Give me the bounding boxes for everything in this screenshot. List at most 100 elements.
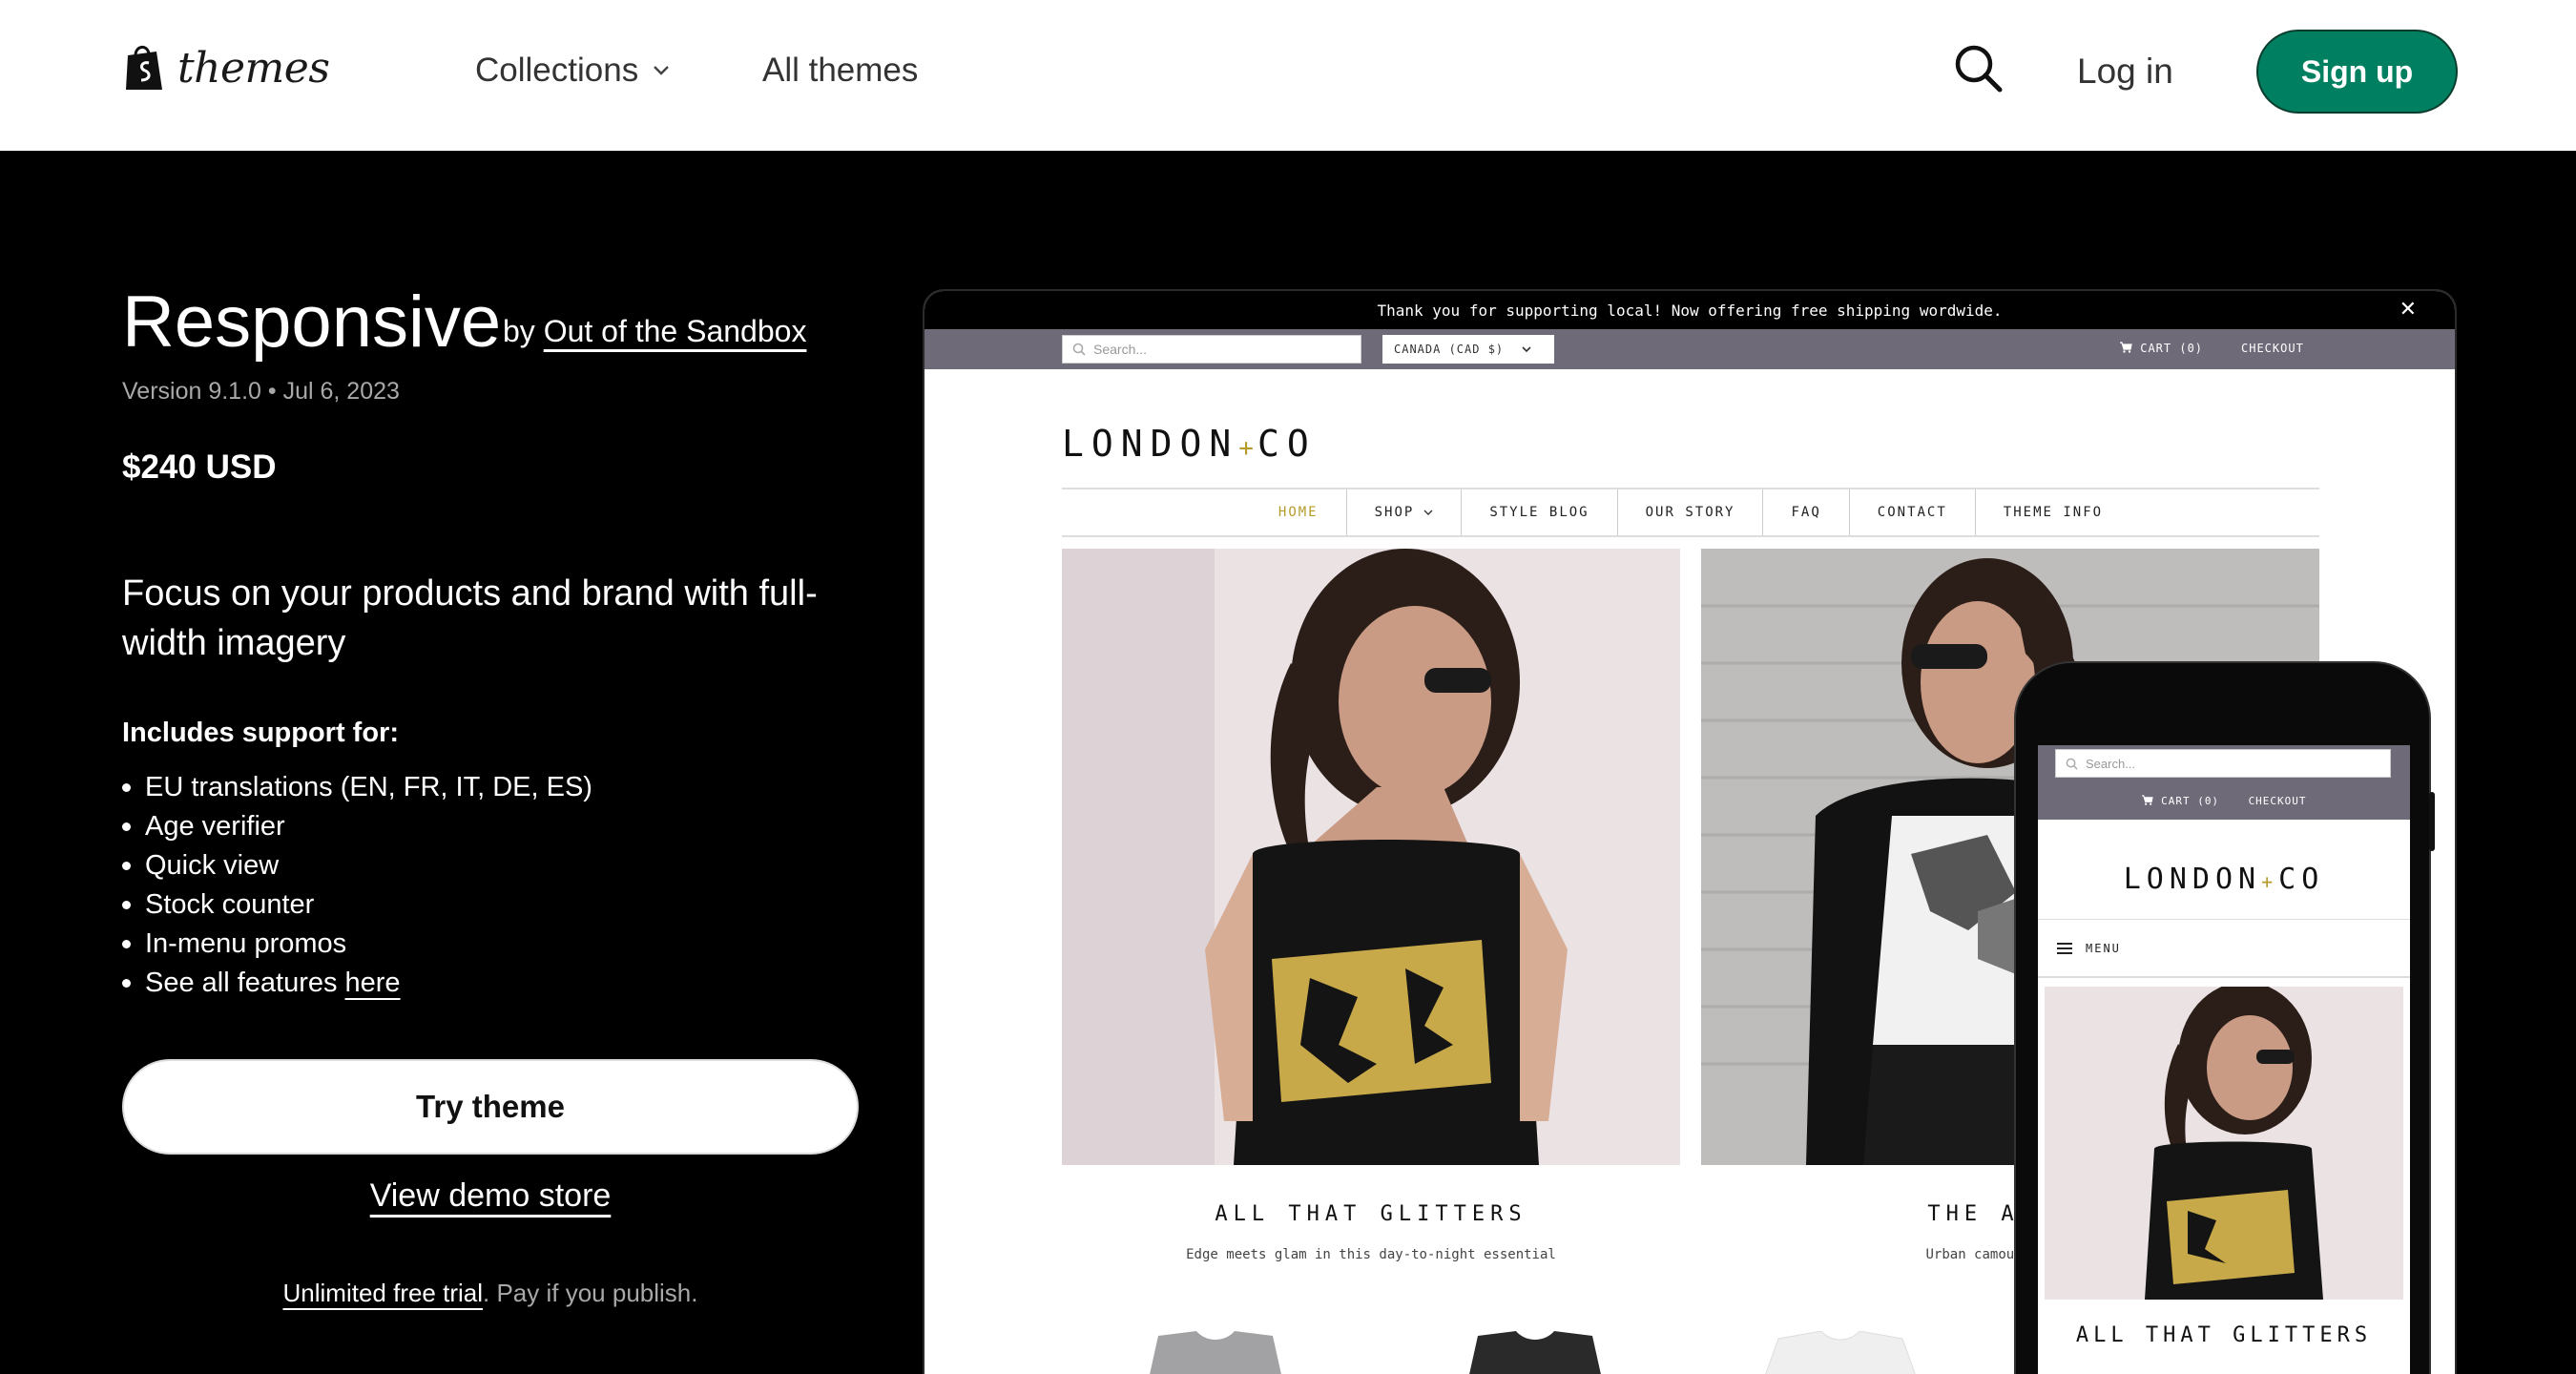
theme-author-byline: by Out of the Sandbox (503, 314, 806, 349)
hero-image-glitters[interactable] (1062, 549, 1680, 1165)
theme-tagline: Focus on your products and brand with fu… (122, 573, 818, 663)
currency-select[interactable]: CANADA (CAD $) (1382, 335, 1554, 364)
theme-price: $240 USD (122, 448, 277, 486)
cart-icon (2120, 342, 2132, 353)
login-link[interactable]: Log in (2077, 52, 2173, 92)
store-search-input[interactable]: Search... (1062, 335, 1361, 364)
feature-item: EU translations (EN, FR, IT, DE, ES) (122, 768, 592, 807)
phone-search-input[interactable]: Search... (2055, 749, 2391, 778)
mobile-preview: Search... CART (0) CHECKOUT LONDON+CO ME… (2014, 661, 2435, 1374)
hero1-title: ALL THAT GLITTERS (1215, 1202, 1527, 1226)
store-checkout-link[interactable]: CHECKOUT (2241, 342, 2304, 355)
phone-menu-toggle[interactable]: MENU (2038, 919, 2410, 978)
store-nav-theme-info[interactable]: THEME INFO (1976, 489, 2130, 535)
chevron-down-icon (1423, 510, 1433, 515)
bullet-icon (122, 901, 131, 909)
demo-link-wrapper: View demo store (0, 1177, 981, 1215)
nav-all-themes[interactable]: All themes (762, 52, 918, 90)
bullet-icon (122, 822, 131, 831)
logo-wordmark: themes (177, 43, 330, 93)
phone-checkout-link[interactable]: CHECKOUT (2249, 795, 2307, 807)
store-nav-contact[interactable]: CONTACT (1850, 489, 1976, 535)
view-demo-store-link[interactable]: View demo store (370, 1177, 612, 1214)
feature-item: Age verifier (122, 807, 592, 846)
phone-cart-link[interactable]: CART (0) (2161, 795, 2219, 807)
theme-version: Version 9.1.0 (122, 378, 261, 405)
phone-screen: Search... CART (0) CHECKOUT LONDON+CO ME… (2038, 745, 2410, 1374)
announcement-text: Thank you for supporting local! Now offe… (1377, 301, 2003, 320)
phone-menu-label: MENU (2086, 941, 2121, 955)
close-icon[interactable]: ✕ (2399, 298, 2417, 322)
store-logo-plus: + (1238, 434, 1257, 463)
store-main-nav: HOME SHOP STYLE BLOG OUR STORY FAQ CONTA… (1062, 488, 2319, 537)
store-logo[interactable]: LONDON+CO (1062, 423, 1317, 465)
feature-item: In-menu promos (122, 925, 592, 964)
store-search-placeholder: Search... (1093, 342, 1148, 357)
nav-collections-label: Collections (475, 52, 639, 89)
search-icon[interactable] (1952, 42, 2005, 95)
phone-logo-right: CO (2278, 863, 2325, 896)
product-thumb-white-tee[interactable] (1755, 1331, 1926, 1374)
product-thumb-grey-tank[interactable] (1130, 1331, 1301, 1374)
try-theme-button[interactable]: Try theme (122, 1059, 859, 1155)
feature-label: Age verifier (145, 811, 285, 842)
store-nav-home[interactable]: HOME (1251, 489, 1347, 535)
feature-label: Stock counter (145, 889, 315, 920)
trial-note-rest: . Pay if you publish. (483, 1279, 698, 1307)
bullet-icon (122, 862, 131, 870)
support-heading: Includes support for: (122, 718, 399, 748)
see-all-label: See all features (145, 968, 338, 998)
store-nav-style-blog[interactable]: STYLE BLOG (1462, 489, 1618, 535)
currency-value: CANADA (CAD $) (1394, 343, 1505, 356)
cart-icon (2142, 795, 2154, 805)
top-navigation-bar: themes Collections All themes Log in Sig… (0, 0, 2576, 151)
free-trial-link[interactable]: Unlimited free trial (283, 1279, 484, 1307)
announcement-bar: Thank you for supporting local! Now offe… (924, 291, 2455, 329)
model-photo (1062, 549, 1680, 1165)
signup-button[interactable]: Sign up (2256, 30, 2458, 114)
feature-label: EU translations (EN, FR, IT, DE, ES) (145, 772, 592, 802)
phone-store-logo[interactable]: LONDON+CO (2038, 863, 2410, 896)
nav-collections[interactable]: Collections (475, 52, 671, 90)
shopify-themes-logo[interactable]: themes (122, 42, 330, 94)
phone-side-button (2429, 792, 2435, 851)
feature-list: EU translations (EN, FR, IT, DE, ES) Age… (122, 768, 592, 1003)
phone-hero-image[interactable] (2045, 987, 2403, 1300)
store-logo-left: LONDON (1062, 423, 1239, 465)
feature-label: Quick view (145, 850, 280, 881)
phone-cart-row: CART (0) CHECKOUT (2038, 795, 2410, 807)
by-prefix: by (503, 314, 535, 348)
hamburger-icon (2057, 942, 2072, 954)
bullet-icon (122, 940, 131, 948)
store-cart-link[interactable]: CART (0) (2119, 342, 2203, 355)
store-nav-shop[interactable]: SHOP (1347, 489, 1463, 535)
store-logo-right: CO (1257, 423, 1317, 465)
see-all-features-link[interactable]: here (345, 964, 401, 1003)
author-link[interactable]: Out of the Sandbox (544, 314, 807, 348)
hero1-subtitle: Edge meets glam in this day-to-night ess… (1186, 1247, 1556, 1262)
theme-date: Jul 6, 2023 (282, 378, 400, 405)
phone-logo-left: LONDON (2123, 863, 2262, 896)
chevron-down-icon (1522, 346, 1531, 353)
store-nav-shop-label: SHOP (1374, 505, 1415, 520)
cart-label: CART (0) (2140, 342, 2204, 355)
bullet-icon (122, 979, 131, 988)
feature-item: Stock counter (122, 885, 592, 925)
phone-utility-bar: Search... CART (0) CHECKOUT (2038, 745, 2410, 820)
store-utility-bar: Search... CANADA (CAD $) CART (0) CHECKO… (924, 329, 2455, 369)
bullet-icon (122, 783, 131, 792)
store-nav-our-story[interactable]: OUR STORY (1618, 489, 1764, 535)
shopify-bag-icon (126, 46, 162, 90)
chevron-down-icon (654, 66, 670, 75)
phone-search-placeholder: Search... (2086, 756, 2136, 771)
feature-item-see-all: See all features here (122, 964, 592, 1003)
product-thumb-black-tank[interactable] (1449, 1331, 1621, 1374)
trial-note: Unlimited free trial. Pay if you publish… (0, 1279, 981, 1308)
meta-separator: • (267, 378, 277, 405)
phone-logo-plus: + (2261, 870, 2279, 893)
phone-hero-title: ALL THAT GLITTERS (2075, 1323, 2373, 1347)
theme-title: Responsive (122, 281, 502, 363)
store-nav-faq[interactable]: FAQ (1763, 489, 1850, 535)
search-icon (1072, 343, 1086, 356)
theme-meta: Version 9.1.0 • Jul 6, 2023 (122, 378, 400, 406)
